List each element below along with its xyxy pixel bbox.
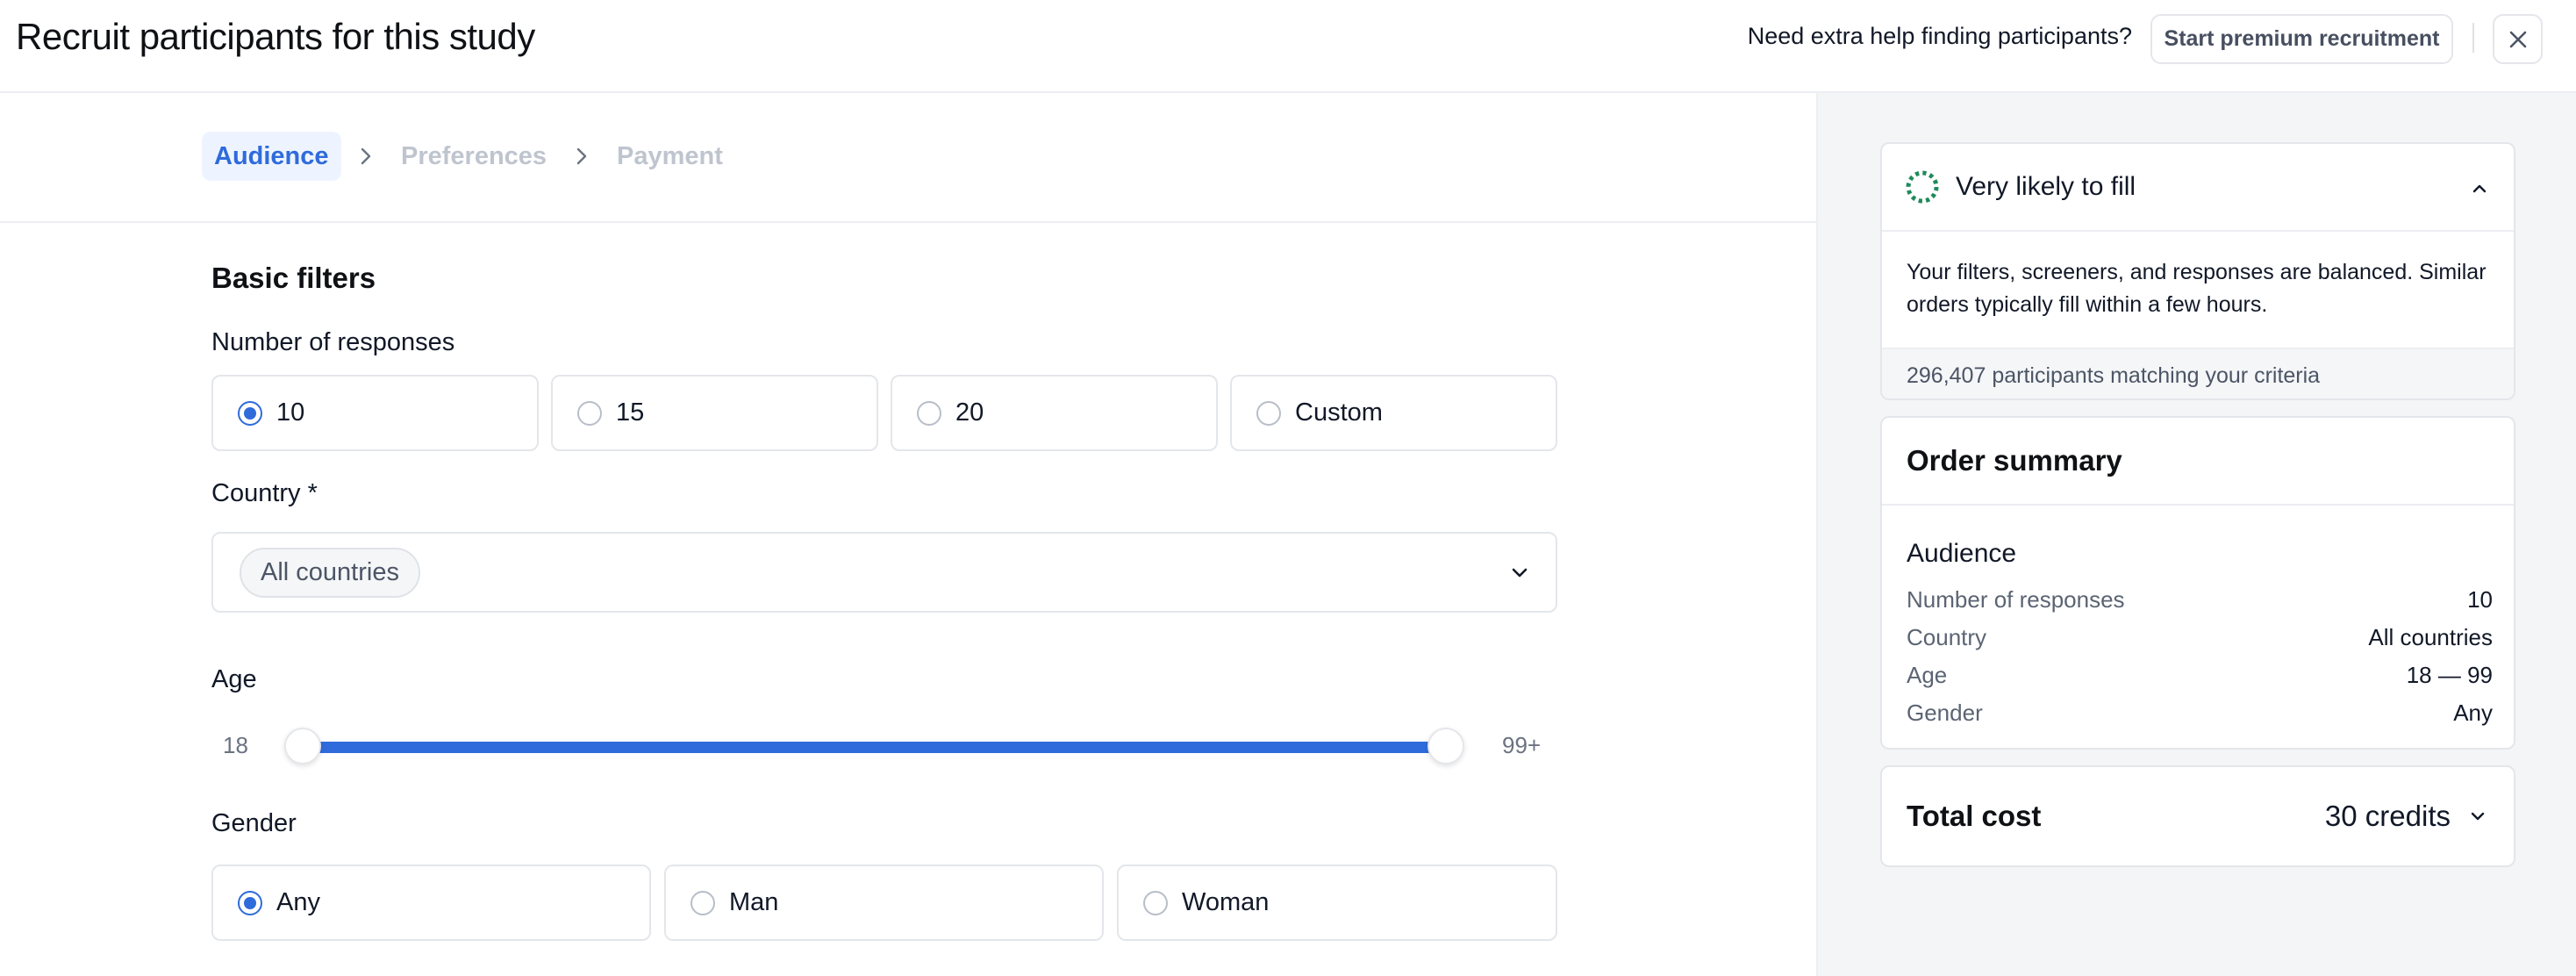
summary-key: Country (1907, 624, 1987, 650)
total-cost-title: Total cost (1907, 800, 2042, 832)
radio-button[interactable] (917, 400, 941, 426)
country-chip[interactable]: All countries (240, 548, 420, 598)
radio-button[interactable] (1256, 400, 1281, 426)
page-title: Recruit participants for this study (16, 16, 535, 57)
chevron-down-icon (2471, 812, 2485, 821)
summary-row-age: Age 18 — 99 (1907, 662, 2493, 689)
age-range-track[interactable] (302, 742, 1446, 753)
fill-likelihood-card: Very likely to fill Your filters, screen… (1880, 142, 2515, 400)
summary-value: Any (2453, 700, 2493, 726)
summary-key: Number of responses (1907, 586, 2125, 613)
gender-label: Gender (211, 809, 297, 837)
chevron-right-icon (361, 147, 371, 165)
total-cost-toggle[interactable]: 30 credits (2325, 800, 2489, 833)
chevron-up-icon[interactable] (2468, 177, 2491, 200)
radio-option-label: 10 (276, 398, 305, 427)
summary-value: All countries (2368, 624, 2493, 650)
responses-label: Number of responses (211, 328, 455, 356)
total-cost-card[interactable]: Total cost 30 credits (1880, 765, 2515, 867)
help-text: Need extra help finding participants? (1747, 23, 2132, 49)
radio-button[interactable] (1143, 890, 1168, 915)
summary-row-gender: Gender Any (1907, 700, 2493, 727)
age-max-label: 99+ (1502, 732, 1542, 758)
order-summary-title: Order summary (1882, 418, 2514, 506)
responses-option-20[interactable]: 20 (891, 375, 1218, 451)
chevron-right-icon (576, 147, 587, 165)
responses-option-15[interactable]: 15 (551, 375, 878, 451)
order-summary-card: Order summary Audience Number of respons… (1880, 416, 2515, 750)
responses-option-custom[interactable]: Custom (1230, 375, 1557, 451)
start-premium-recruitment-button[interactable]: Start premium recruitment (2150, 14, 2453, 64)
radio-option-label: Custom (1295, 398, 1383, 427)
age-min-handle[interactable] (284, 728, 321, 764)
status-ring-icon (1906, 170, 1939, 204)
close-button[interactable] (2493, 14, 2543, 64)
radio-button-selected[interactable] (238, 890, 262, 915)
summary-value: 18 — 99 (2406, 662, 2493, 688)
summary-key: Gender (1907, 700, 1983, 726)
summary-value: 10 (2467, 586, 2493, 613)
matching-participants-count: 296,407 participants matching your crite… (1882, 348, 2514, 398)
radio-button-selected[interactable] (238, 400, 262, 426)
fill-likelihood-title: Very likely to fill (1956, 172, 2136, 201)
country-select[interactable]: All countries (211, 532, 1557, 613)
gender-option-any[interactable]: Any (211, 865, 651, 941)
gender-option-man[interactable]: Man (664, 865, 1104, 941)
chevron-down-icon (1512, 568, 1528, 578)
close-icon (2509, 31, 2526, 47)
stepper: Audience Preferences Payment (0, 93, 1816, 223)
app-root: Recruit participants for this study Need… (0, 0, 2576, 976)
age-label: Age (211, 665, 257, 693)
radio-button[interactable] (691, 890, 715, 915)
fill-likelihood-header[interactable]: Very likely to fill (1882, 144, 2514, 232)
summary-section-audience: Audience (1907, 539, 2017, 568)
country-label: Country * (211, 479, 318, 507)
step-preferences[interactable]: Preferences (401, 132, 547, 181)
age-min-label: 18 (223, 732, 248, 758)
basic-filters-title: Basic filters (211, 262, 376, 294)
radio-option-label: Man (729, 888, 779, 916)
header-divider (2472, 23, 2474, 53)
responses-option-10[interactable]: 10 (211, 375, 539, 451)
age-max-handle[interactable] (1428, 728, 1464, 764)
radio-option-label: 20 (955, 398, 984, 427)
radio-option-label: 15 (616, 398, 645, 427)
summary-row-country: Country All countries (1907, 624, 2493, 651)
fill-likelihood-description: Your filters, screeners, and responses a… (1907, 260, 2487, 317)
radio-button[interactable] (577, 400, 602, 426)
gender-option-woman[interactable]: Woman (1117, 865, 1557, 941)
radio-option-label: Any (276, 888, 320, 916)
total-cost-value: 30 credits (2324, 800, 2451, 832)
step-audience[interactable]: Audience (202, 132, 341, 181)
summary-key: Age (1907, 662, 1948, 688)
page-header: Recruit participants for this study Need… (0, 0, 2576, 93)
step-payment[interactable]: Payment (617, 132, 723, 181)
radio-option-label: Woman (1182, 888, 1270, 916)
filters-panel: Audience Preferences Payment Basic filte… (0, 93, 1816, 976)
summary-row-responses: Number of responses 10 (1907, 586, 2493, 614)
summary-panel: Very likely to fill Your filters, screen… (1816, 93, 2576, 976)
